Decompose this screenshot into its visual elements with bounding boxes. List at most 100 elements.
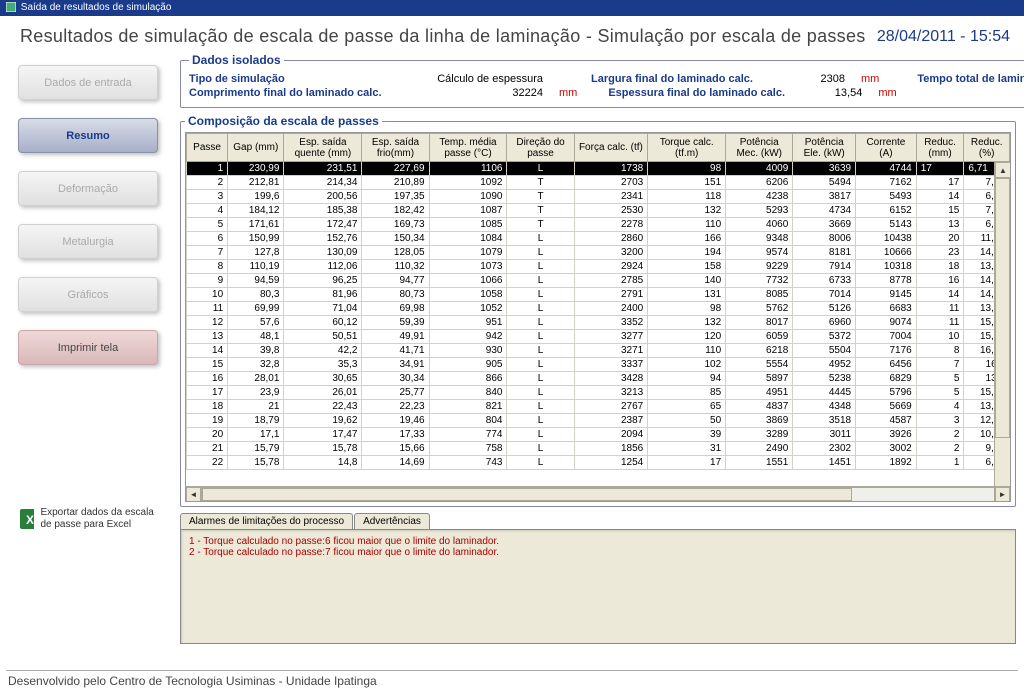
- table-cell: 50: [648, 414, 726, 428]
- table-cell: 5504: [793, 344, 856, 358]
- tab-0[interactable]: Alarmes de limitações do processo: [180, 513, 353, 529]
- table-cell: 127,8: [228, 246, 284, 260]
- tab-1[interactable]: Advertências: [354, 513, 430, 529]
- table-cell: 14: [916, 190, 964, 204]
- table-cell: 17: [187, 386, 228, 400]
- table-cell: 49,91: [362, 330, 429, 344]
- table-row[interactable]: 3199,6200,56197,351090T23411184238381754…: [187, 190, 1010, 204]
- col-header[interactable]: Torque calc. (tf.m): [648, 134, 726, 162]
- hscroll-thumb[interactable]: [202, 488, 852, 501]
- col-header[interactable]: Força calc. (tf): [574, 134, 648, 162]
- table-row[interactable]: 1169,9971,0469,981052L240098576251266683…: [187, 302, 1010, 316]
- table-cell: 128,05: [362, 246, 429, 260]
- table-cell: 112,06: [284, 260, 362, 274]
- table-cell: 50,51: [284, 330, 362, 344]
- isolated-legend: Dados isolados: [189, 53, 284, 67]
- horizontal-scrollbar[interactable]: ◄ ►: [186, 486, 1010, 501]
- table-row[interactable]: 1080,381,9680,731058L2791131808570149145…: [187, 288, 1010, 302]
- table-row[interactable]: 2017,117,4717,33774L20943932893011392621…: [187, 428, 1010, 442]
- table-cell: 120: [648, 330, 726, 344]
- vertical-scrollbar[interactable]: ▲: [994, 162, 1010, 486]
- table-cell: 6456: [856, 358, 917, 372]
- scroll-thumb[interactable]: [995, 178, 1010, 438]
- table-row[interactable]: 2212,81214,34210,891092T2703151620654947…: [187, 176, 1010, 190]
- table-cell: 2: [916, 428, 964, 442]
- table-cell: 4348: [793, 400, 856, 414]
- table-cell: 132: [648, 316, 726, 330]
- table-cell: 1254: [574, 456, 648, 470]
- table-row[interactable]: 182122,4322,23821L276765483743485669413,…: [187, 400, 1010, 414]
- table-row[interactable]: 8110,19112,06110,321073L2924158922979141…: [187, 260, 1010, 274]
- col-header[interactable]: Esp. saída frio(mm): [362, 134, 429, 162]
- table-row[interactable]: 994,5996,2594,771066L2785140773267338778…: [187, 274, 1010, 288]
- col-header[interactable]: Passe: [187, 134, 228, 162]
- table-cell: 150,99: [228, 232, 284, 246]
- table-cell: 17: [916, 176, 964, 190]
- table-cell: 14: [916, 288, 964, 302]
- table-row[interactable]: 6150,99152,76150,341084L2860166934880061…: [187, 232, 1010, 246]
- table-row[interactable]: 1918,7919,6219,46804L2387503869351845873…: [187, 414, 1010, 428]
- table-cell: 3817: [793, 190, 856, 204]
- scroll-right-arrow[interactable]: ►: [995, 487, 1010, 502]
- table-row[interactable]: 1723,926,0125,77840L32138549514445579651…: [187, 386, 1010, 400]
- table-cell: 6206: [726, 176, 793, 190]
- col-header[interactable]: Potência Ele. (kW): [793, 134, 856, 162]
- table-cell: 3926: [856, 428, 917, 442]
- comp-unit: mm: [559, 87, 577, 99]
- table-row[interactable]: 1257,660,1259,39951L33521328017696090741…: [187, 316, 1010, 330]
- table-row[interactable]: 1532,835,334,91905L333710255544952645671…: [187, 358, 1010, 372]
- col-header[interactable]: Direção do passe: [507, 134, 574, 162]
- table-cell: 98: [648, 162, 726, 176]
- table-cell: 197,35: [362, 190, 429, 204]
- table-cell: 11: [916, 302, 964, 316]
- col-header[interactable]: Esp. saída quente (mm): [284, 134, 362, 162]
- larg-label: Largura final do laminado calc.: [591, 73, 791, 85]
- table-cell: 32,8: [228, 358, 284, 372]
- table-cell: 9074: [856, 316, 917, 330]
- col-header[interactable]: Reduc. (mm): [916, 134, 964, 162]
- table-cell: 10666: [856, 246, 917, 260]
- scroll-left-arrow[interactable]: ◄: [186, 487, 201, 502]
- col-header[interactable]: Reduc. (%): [964, 134, 1010, 162]
- table-cell: 3869: [726, 414, 793, 428]
- table-row[interactable]: 1348,150,5149,91942L32771206059537270041…: [187, 330, 1010, 344]
- table-row[interactable]: 2115,7915,7815,66758L1856312490230230022…: [187, 442, 1010, 456]
- table-row[interactable]: 7127,8130,09128,051079L32001949574818110…: [187, 246, 1010, 260]
- table-row[interactable]: 5171,61172,47169,731085T2278110406036695…: [187, 218, 1010, 232]
- table-cell: 199,6: [228, 190, 284, 204]
- table-cell: 5669: [856, 400, 917, 414]
- table-cell: 140: [648, 274, 726, 288]
- col-header[interactable]: Potência Mec. (kW): [726, 134, 793, 162]
- table-cell: 110: [648, 344, 726, 358]
- table-cell: 16: [187, 372, 228, 386]
- table-row[interactable]: 4184,12185,38182,421087T2530132529347346…: [187, 204, 1010, 218]
- table-row[interactable]: 1230,99231,51227,691106L1738984009363947…: [187, 162, 1010, 176]
- table-row[interactable]: 2215,7814,814,69743L12541715511451189216…: [187, 456, 1010, 470]
- export-excel-button[interactable]: X Exportar dados da escala de passe para…: [12, 505, 162, 533]
- passes-table-group: Composição da escala de passes PasseGap …: [180, 114, 1016, 507]
- table-cell: 5: [916, 372, 964, 386]
- nav-imprimir-tela[interactable]: Imprimir tela: [18, 330, 158, 365]
- table-cell: 194: [648, 246, 726, 260]
- table-row[interactable]: 1628,0130,6530,34866L3428945897523868295…: [187, 372, 1010, 386]
- col-header[interactable]: Gap (mm): [228, 134, 284, 162]
- table-cell: L: [507, 162, 574, 176]
- table-cell: 1092: [429, 176, 507, 190]
- col-header[interactable]: Temp. média passe (°C): [429, 134, 507, 162]
- table-cell: 3200: [574, 246, 648, 260]
- table-cell: 96,25: [284, 274, 362, 288]
- nav-resumo[interactable]: Resumo: [18, 118, 158, 153]
- passes-table[interactable]: PasseGap (mm)Esp. saída quente (mm)Esp. …: [186, 133, 1010, 470]
- table-cell: 9229: [726, 260, 793, 274]
- table-cell: 39: [648, 428, 726, 442]
- table-cell: 22: [187, 456, 228, 470]
- col-header[interactable]: Corrente (A): [856, 134, 917, 162]
- scroll-up-arrow[interactable]: ▲: [995, 162, 1011, 178]
- table-cell: 7: [916, 358, 964, 372]
- table-cell: 1090: [429, 190, 507, 204]
- table-cell: 5796: [856, 386, 917, 400]
- table-cell: 2530: [574, 204, 648, 218]
- table-cell: T: [507, 204, 574, 218]
- table-cell: T: [507, 218, 574, 232]
- table-row[interactable]: 1439,842,241,71930L327111062185504717681…: [187, 344, 1010, 358]
